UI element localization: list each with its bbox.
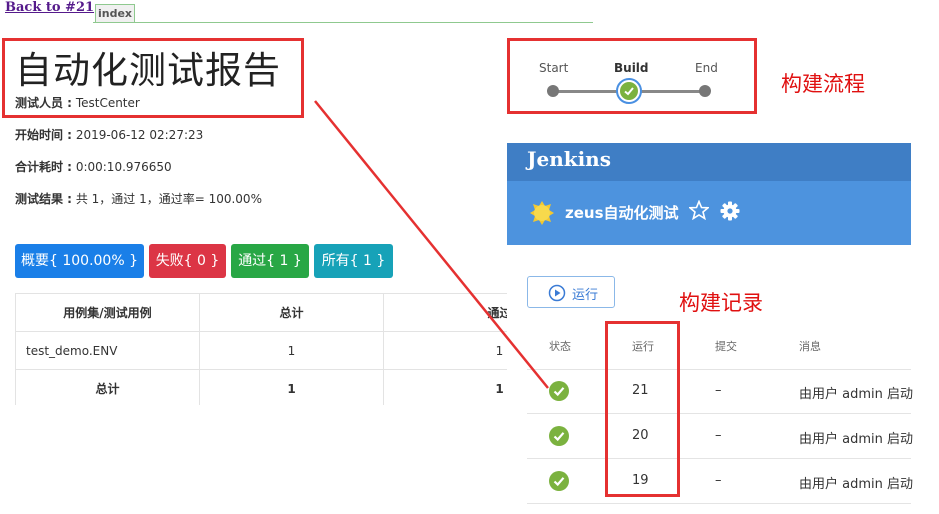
start-time-value: 2019-06-12 02:27:23 bbox=[75, 128, 204, 142]
result-label: 测试结果 : bbox=[15, 192, 72, 206]
tester-label: 测试人员 : bbox=[15, 96, 72, 110]
run-button[interactable]: 运行 bbox=[527, 276, 615, 308]
pipeline-highlight-box: Start Build End bbox=[507, 38, 757, 114]
success-icon bbox=[549, 426, 569, 446]
page-title: 自动化测试报告 bbox=[15, 49, 281, 92]
failed-filter-button[interactable]: 失败{ 0 } bbox=[149, 244, 226, 278]
build-row[interactable]: 19 – 由用户 admin 启动 bbox=[527, 459, 913, 504]
pipeline-annotation: 构建流程 bbox=[781, 72, 865, 96]
message-cell: 由用户 admin 启动 bbox=[799, 387, 913, 402]
column-header: 状态 bbox=[549, 340, 571, 353]
stage-label-end: End bbox=[695, 61, 718, 75]
result-value: 共 1，通过 1，通过率= 100.00% bbox=[75, 192, 262, 206]
tester-value: TestCenter bbox=[75, 96, 140, 110]
success-icon bbox=[620, 82, 638, 100]
favorite-star-icon[interactable] bbox=[687, 199, 711, 224]
commit-cell: – bbox=[715, 473, 722, 488]
stage-node-build[interactable] bbox=[616, 78, 642, 104]
commit-cell: – bbox=[715, 428, 722, 443]
column-header: 总计 bbox=[199, 293, 384, 332]
stage-node-start[interactable] bbox=[547, 85, 559, 97]
job-name: zeus自动化测试 bbox=[565, 204, 679, 222]
column-header: 提交 bbox=[715, 340, 737, 353]
table-total-row: 总计 1 1 bbox=[15, 369, 507, 405]
passed-cell: 1 bbox=[383, 331, 507, 370]
settings-gear-icon[interactable] bbox=[720, 201, 740, 225]
total-cell: 1 bbox=[199, 369, 384, 405]
summary-filter-button[interactable]: 概要{ 100.00% } bbox=[15, 244, 144, 278]
duration-line: 合计耗时 : 0:00:10.976650 bbox=[15, 158, 172, 175]
total-label-cell: 总计 bbox=[15, 369, 200, 405]
passed-cell: 1 bbox=[383, 369, 507, 405]
tab-divider bbox=[93, 22, 593, 23]
result-line: 测试结果 : 共 1，通过 1，通过率= 100.00% bbox=[15, 190, 262, 207]
history-header-row: 状态 运行 提交 消息 bbox=[527, 325, 911, 370]
commit-cell: – bbox=[715, 383, 722, 398]
column-header: 通过 bbox=[383, 293, 507, 332]
total-cell: 1 bbox=[199, 331, 384, 370]
table-header-row: 用例集/测试用例 总计 通过 bbox=[15, 293, 507, 332]
column-header: 用例集/测试用例 bbox=[15, 293, 200, 332]
run-column-highlight-box bbox=[605, 321, 680, 497]
all-filter-button[interactable]: 所有{ 1 } bbox=[314, 244, 393, 278]
job-header: zeus自动化测试 bbox=[507, 181, 911, 245]
weather-sun-icon bbox=[529, 200, 555, 230]
message-cell: 由用户 admin 启动 bbox=[799, 477, 913, 492]
jenkins-logo[interactable]: Jenkins bbox=[527, 147, 611, 171]
message-cell: 由用户 admin 启动 bbox=[799, 432, 913, 447]
back-link[interactable]: Back to #21 bbox=[5, 0, 94, 15]
build-row[interactable]: 20 – 由用户 admin 启动 bbox=[527, 414, 913, 459]
success-icon bbox=[549, 381, 569, 401]
case-name-cell: test_demo.ENV bbox=[15, 331, 200, 370]
duration-label: 合计耗时 : bbox=[15, 160, 72, 174]
play-icon bbox=[548, 284, 566, 306]
tester-line: 测试人员 : TestCenter bbox=[15, 94, 140, 111]
success-icon bbox=[549, 471, 569, 491]
build-row[interactable]: 21 – 由用户 admin 启动 bbox=[527, 369, 913, 414]
start-time-line: 开始时间 : 2019-06-12 02:27:23 bbox=[15, 126, 203, 143]
jenkins-header: Jenkins bbox=[507, 143, 911, 181]
table-row[interactable]: test_demo.ENV 1 1 bbox=[15, 331, 507, 370]
history-annotation: 构建记录 bbox=[679, 291, 763, 315]
passed-filter-button[interactable]: 通过{ 1 } bbox=[231, 244, 309, 278]
stage-node-end[interactable] bbox=[699, 85, 711, 97]
start-time-label: 开始时间 : bbox=[15, 128, 72, 142]
duration-value: 0:00:10.976650 bbox=[75, 160, 172, 174]
tab-index[interactable]: index bbox=[95, 4, 135, 22]
stage-label-start: Start bbox=[539, 61, 569, 75]
run-button-label: 运行 bbox=[572, 288, 599, 303]
stage-label-build: Build bbox=[614, 61, 649, 75]
column-header: 消息 bbox=[799, 340, 821, 353]
results-table: 用例集/测试用例 总计 通过 test_demo.ENV 1 1 总计 1 1 bbox=[15, 293, 507, 405]
